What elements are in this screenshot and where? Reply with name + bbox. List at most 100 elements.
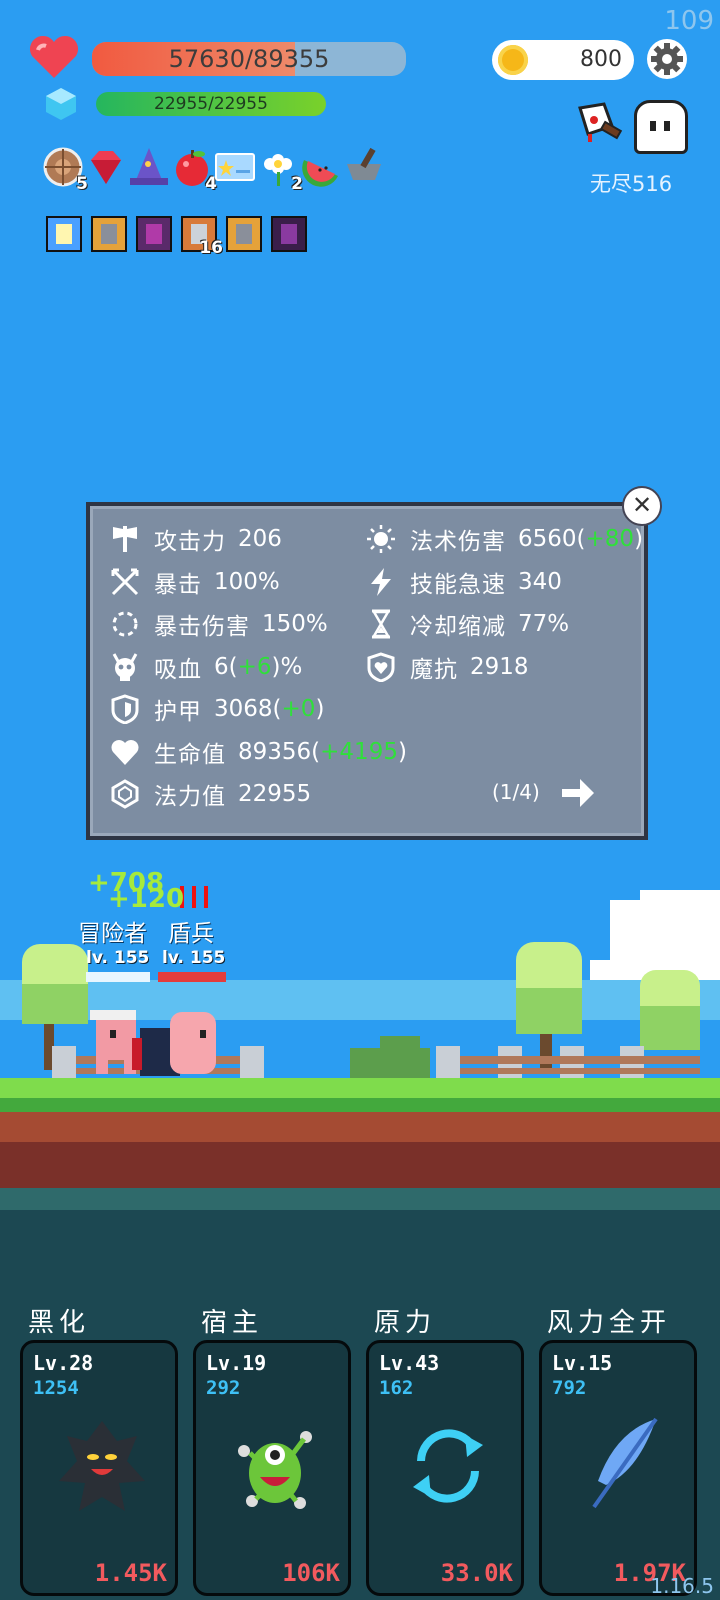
boss-cleaver-icon[interactable] <box>574 100 624 146</box>
version-label: 1.16.5 <box>650 1574 714 1598</box>
mana-gem-icon <box>111 779 139 809</box>
armor-shield-icon <box>111 694 139 724</box>
skill-title: 风力全开 <box>547 1308 672 1338</box>
stat-label: 技能急速 <box>410 571 506 598</box>
hero-name: 冒险者 <box>78 921 147 947</box>
fps-counter: 109 <box>664 6 714 36</box>
stat-label: 法力值 <box>154 784 226 810</box>
coin-counter[interactable]: 800 <box>492 40 634 80</box>
stat-value: 77% <box>518 611 570 637</box>
stat-bonus: +80 <box>585 526 635 552</box>
mp-text: 22955/22955 <box>154 94 268 114</box>
hero-sprite <box>90 1010 136 1074</box>
stat-row: 暴击伤害 150% <box>110 607 328 641</box>
axe-icon <box>113 526 137 552</box>
coin-icon <box>498 45 528 75</box>
card-icon[interactable] <box>214 146 256 188</box>
lightning-icon <box>371 567 391 596</box>
watermelon-icon[interactable] <box>300 146 342 188</box>
skill-card[interactable]: Lv.28 1254 1.45K <box>20 1340 178 1596</box>
stat-row: 冷却缩减 77% <box>366 607 569 641</box>
skull-horns-icon <box>112 652 138 681</box>
skill-upgrade-cost: 292 <box>206 1377 241 1399</box>
apple-icon[interactable]: 4 <box>171 146 217 194</box>
stat-bonus: +0 <box>281 696 316 722</box>
endless-stage-label: 无尽516 <box>590 172 673 196</box>
coin-value: 800 <box>580 47 622 72</box>
green-monster-icon <box>238 1431 312 1509</box>
hourglass-icon <box>371 609 391 639</box>
stat-value: 6560 <box>518 526 577 552</box>
skill-level: Lv.43 <box>379 1351 440 1375</box>
wizard-hat-icon[interactable] <box>128 146 170 188</box>
armor-buff-icon[interactable] <box>91 216 127 252</box>
stat-row: 攻击力 206 <box>110 522 282 556</box>
stat-bonus-close: ) <box>271 653 281 680</box>
stat-value: 340 <box>518 568 562 595</box>
stat-row: 吸血 6(+6)% <box>110 650 302 684</box>
stat-row: 护甲 3068(+0) <box>110 692 324 726</box>
hp-text: 57630/89355 <box>168 45 330 73</box>
stat-row: 法术伤害 6560(+80) <box>366 522 643 556</box>
stat-row: 法力值 22955 <box>110 777 311 811</box>
skill-dps: 1.45K <box>94 1559 167 1587</box>
feather-icon <box>592 1417 658 1509</box>
armor-buff-icon[interactable] <box>226 216 262 252</box>
ghost-icon[interactable] <box>634 100 688 154</box>
next-page-arrow-icon[interactable] <box>560 776 596 810</box>
crossed-swords-icon <box>111 568 139 595</box>
stat-row: 技能急速 340 <box>366 565 562 599</box>
dark-tree-icon <box>59 1421 145 1511</box>
buff-count: 16 <box>199 238 223 258</box>
stat-label: 攻击力 <box>154 529 226 555</box>
heart-icon <box>111 739 139 765</box>
stat-value: 100% <box>214 568 280 595</box>
skill-upgrade-cost: 162 <box>379 1377 414 1399</box>
enemy-name: 盾兵 <box>168 921 214 947</box>
stats-page-indicator: (1/4) <box>492 780 540 804</box>
skill-card[interactable]: Lv.43 162 33.0K <box>366 1340 524 1596</box>
refresh-arrows-icon <box>413 1429 483 1503</box>
stat-label: 护甲 <box>154 699 202 725</box>
stat-bonus-open: ( <box>311 738 321 765</box>
demon-buff-icon[interactable] <box>136 216 172 252</box>
stat-value: 3068 <box>214 696 273 722</box>
stat-label: 法术伤害 <box>410 529 506 555</box>
mana-crystal-icon <box>46 88 76 120</box>
stat-value: 206 <box>238 526 282 552</box>
heal-popup-2: +120 <box>108 884 185 914</box>
mp-bar: 22955/22955 <box>96 92 326 116</box>
stat-row: 生命值 89356(+4195) <box>110 735 407 769</box>
skill-level: Lv.15 <box>552 1351 613 1375</box>
stat-suffix: % <box>280 653 303 680</box>
stat-value: 89356 <box>238 738 312 765</box>
gem-icon[interactable] <box>85 146 127 188</box>
gear-icon[interactable] <box>646 38 688 80</box>
battle-scene: +708 +120 冒险者 盾兵 lv. 155 lv. 155 <box>0 860 720 1210</box>
mortar-icon[interactable] <box>343 146 385 188</box>
skill-title: 宿主 <box>201 1308 264 1338</box>
dark-buff-icon[interactable] <box>271 216 307 252</box>
stat-bonus: +4195 <box>320 738 398 765</box>
flower-icon[interactable]: 2 <box>257 146 303 194</box>
close-button[interactable]: ✕ <box>622 486 662 526</box>
skill-level: Lv.28 <box>33 1351 94 1375</box>
magic-shield-icon <box>367 651 395 682</box>
enemy-level: lv. 155 <box>162 948 226 968</box>
shield-icon[interactable]: 5 <box>42 146 88 194</box>
sword-buff-icon[interactable]: 16 <box>181 216 223 258</box>
stat-row: 暴击 100% <box>110 565 280 599</box>
stat-bonus-close: ) <box>397 738 407 765</box>
hp-bar: 57630/89355 <box>92 42 406 76</box>
enemy-sprite <box>132 1012 216 1076</box>
stat-bonus-close: ) <box>315 696 325 722</box>
stat-label: 生命值 <box>154 741 226 768</box>
skill-card[interactable]: Lv.19 292 106K <box>193 1340 351 1596</box>
stat-value: 22955 <box>238 781 312 807</box>
light-buff-icon[interactable] <box>46 216 82 252</box>
skill-card[interactable]: Lv.15 792 1.97K <box>539 1340 697 1596</box>
skill-level: Lv.19 <box>206 1351 267 1375</box>
stat-value: 150% <box>262 611 328 637</box>
stat-bonus-open: ( <box>576 526 586 552</box>
stat-row: 魔抗 2918 <box>366 650 529 684</box>
